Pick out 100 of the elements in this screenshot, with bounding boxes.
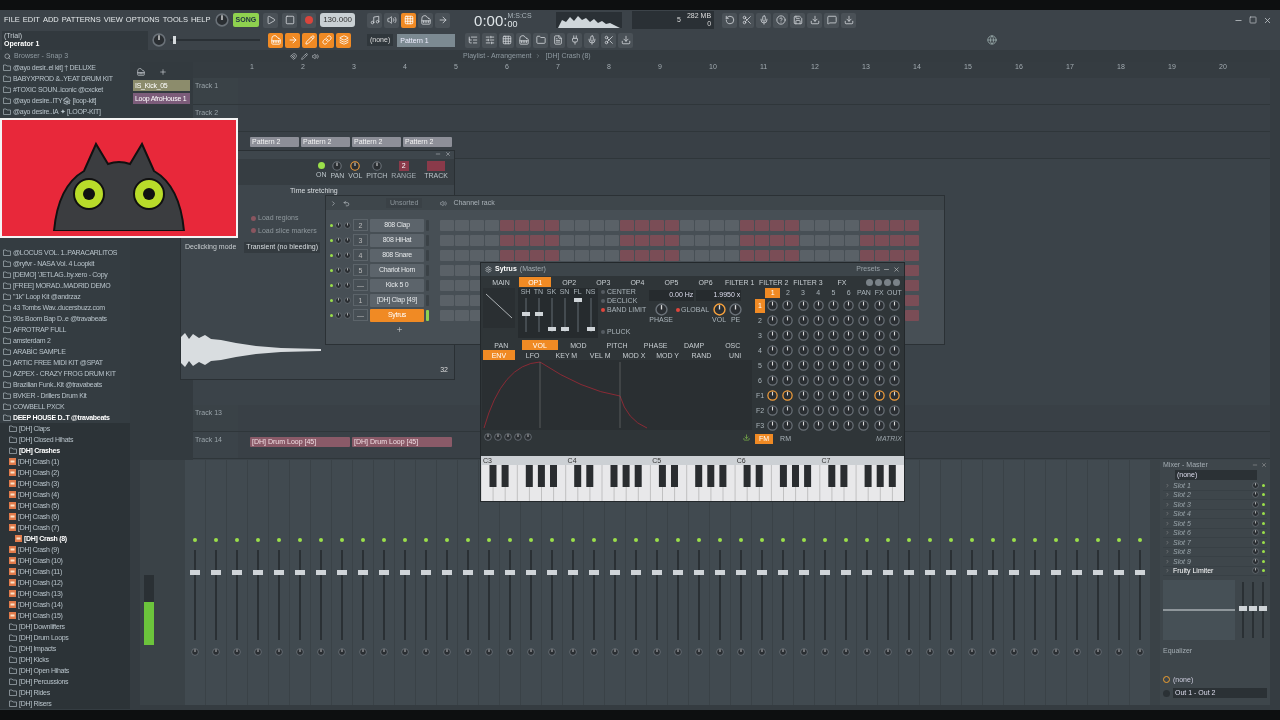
matrix-knob[interactable] bbox=[828, 405, 839, 416]
matrix-knob[interactable] bbox=[782, 300, 794, 311]
matrix-knob[interactable] bbox=[858, 330, 870, 341]
master-pitch-knob[interactable] bbox=[152, 33, 166, 47]
pan-knob[interactable] bbox=[821, 648, 829, 656]
download-icon[interactable] bbox=[743, 433, 750, 441]
pan-knob[interactable] bbox=[590, 648, 598, 656]
shape-slider-track[interactable] bbox=[576, 298, 579, 332]
shape-slider-thumb[interactable] bbox=[560, 326, 569, 331]
fader-thumb[interactable] bbox=[400, 570, 410, 575]
pan-knob[interactable] bbox=[380, 648, 388, 656]
speaker-icon[interactable] bbox=[384, 12, 400, 28]
pan-knob[interactable] bbox=[1136, 648, 1144, 656]
matrix-knob[interactable] bbox=[858, 345, 870, 356]
fader-thumb[interactable] bbox=[547, 570, 557, 575]
matrix-knob[interactable] bbox=[888, 300, 900, 311]
pan-knob[interactable] bbox=[335, 311, 342, 319]
matrix-knob[interactable] bbox=[843, 390, 855, 401]
phase-knob[interactable] bbox=[654, 302, 668, 316]
matrix-knob[interactable] bbox=[812, 315, 824, 326]
mixer-track-strip[interactable] bbox=[920, 460, 940, 705]
track-led-icon[interactable] bbox=[655, 538, 659, 542]
shape-slider-track[interactable] bbox=[537, 298, 540, 332]
fader-thumb[interactable] bbox=[757, 570, 767, 575]
fader-thumb[interactable] bbox=[589, 570, 599, 575]
mixer-track-strip[interactable] bbox=[1088, 460, 1108, 705]
fader-thumb[interactable] bbox=[862, 570, 872, 575]
matrix-knob[interactable] bbox=[797, 315, 809, 326]
mix-knob[interactable] bbox=[1252, 519, 1259, 527]
option-radio[interactable] bbox=[601, 308, 605, 312]
mixer-track-strip[interactable] bbox=[899, 460, 919, 705]
minimize-icon[interactable] bbox=[883, 266, 890, 273]
pan-knob[interactable] bbox=[233, 648, 241, 656]
maximize-icon[interactable] bbox=[1249, 15, 1257, 24]
matrix-knob[interactable] bbox=[782, 390, 794, 401]
matrix-knob[interactable] bbox=[767, 330, 779, 341]
matrix-knob[interactable] bbox=[828, 390, 839, 401]
matrix-knob[interactable] bbox=[812, 390, 824, 401]
track-led-icon[interactable] bbox=[529, 538, 533, 542]
fader-thumb[interactable] bbox=[715, 570, 725, 575]
track-led-icon[interactable] bbox=[1096, 538, 1100, 542]
panning-envelope-knob[interactable] bbox=[729, 302, 743, 316]
matrix-knob[interactable] bbox=[797, 390, 809, 401]
matrix-knob[interactable] bbox=[828, 345, 839, 356]
fader-thumb[interactable] bbox=[946, 570, 956, 575]
matrix-knob[interactable] bbox=[843, 300, 855, 311]
pan-knob[interactable] bbox=[527, 648, 535, 656]
add-channel-icon[interactable] bbox=[396, 326, 403, 333]
matrix-knob[interactable] bbox=[873, 345, 885, 356]
grid-icon[interactable] bbox=[401, 12, 417, 28]
matrix-knob[interactable] bbox=[782, 345, 794, 356]
matrix-knob[interactable] bbox=[797, 405, 809, 416]
undo-icon[interactable] bbox=[722, 12, 738, 28]
volume-knob[interactable] bbox=[344, 221, 351, 229]
pan-knob[interactable] bbox=[569, 648, 577, 656]
channel-select-indicator[interactable] bbox=[426, 309, 429, 321]
track-led-icon[interactable] bbox=[1075, 538, 1079, 542]
matrix-knob[interactable] bbox=[858, 420, 870, 431]
pan-knob[interactable] bbox=[758, 648, 766, 656]
slot-led-icon[interactable] bbox=[1262, 559, 1265, 563]
fader-thumb[interactable] bbox=[1114, 570, 1124, 575]
matrix-knob[interactable] bbox=[828, 330, 839, 341]
track-led-icon[interactable] bbox=[277, 538, 281, 542]
shape-slider-thumb[interactable] bbox=[534, 312, 543, 317]
plugin-icon[interactable] bbox=[567, 32, 583, 48]
mixer-track-strip[interactable] bbox=[1004, 460, 1024, 705]
matrix-knob[interactable] bbox=[843, 330, 855, 341]
mix-knob[interactable] bbox=[1252, 529, 1259, 537]
slot-led-icon[interactable] bbox=[1262, 521, 1265, 525]
track-led-icon[interactable] bbox=[424, 538, 428, 542]
option-radio[interactable] bbox=[601, 330, 605, 334]
matrix-knob[interactable] bbox=[843, 345, 855, 356]
pan-knob[interactable] bbox=[506, 648, 514, 656]
matrix-knob[interactable] bbox=[812, 345, 824, 356]
track-led-icon[interactable] bbox=[571, 538, 575, 542]
matrix-knob[interactable] bbox=[888, 315, 900, 326]
track-led-icon[interactable] bbox=[382, 538, 386, 542]
matrix-knob[interactable] bbox=[858, 315, 870, 326]
fader-thumb[interactable] bbox=[988, 570, 998, 575]
search-icon[interactable] bbox=[4, 52, 11, 60]
matrix-knob[interactable] bbox=[797, 420, 809, 431]
master-volume-knob[interactable] bbox=[214, 13, 229, 27]
option-radio[interactable] bbox=[251, 228, 256, 234]
fader-thumb[interactable] bbox=[421, 570, 431, 575]
mix-knob[interactable] bbox=[1252, 500, 1259, 508]
fader-thumb[interactable] bbox=[442, 570, 452, 575]
mixer-track-strip[interactable] bbox=[248, 460, 268, 705]
channel-led-icon[interactable] bbox=[330, 298, 333, 302]
pan-knob[interactable] bbox=[716, 648, 724, 656]
pan-knob[interactable] bbox=[968, 648, 976, 656]
track-led-icon[interactable] bbox=[802, 538, 806, 542]
matrix-knob[interactable] bbox=[812, 420, 824, 431]
fader-thumb[interactable] bbox=[1009, 570, 1019, 575]
pan-knob[interactable] bbox=[1115, 648, 1123, 656]
power-led-icon[interactable] bbox=[317, 162, 325, 169]
pencil-icon[interactable] bbox=[302, 32, 317, 48]
fader-thumb[interactable] bbox=[274, 570, 284, 575]
mixer-track-strip[interactable] bbox=[416, 460, 436, 705]
matrix-knob[interactable] bbox=[812, 375, 824, 386]
track-led-icon[interactable] bbox=[1012, 538, 1016, 542]
